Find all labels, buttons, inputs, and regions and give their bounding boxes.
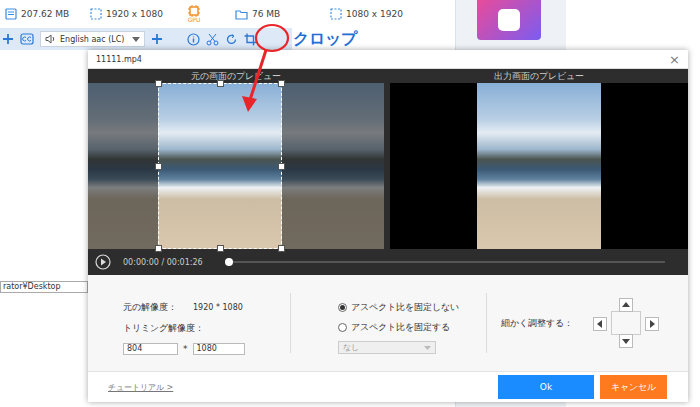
gpu-badge[interactable]: GPU [187, 5, 201, 23]
subtitle-icon[interactable] [20, 33, 34, 45]
radio-icon[interactable] [338, 303, 347, 312]
arrow-left-icon [594, 318, 606, 330]
settings-panel: 元の解像度：1920 * 1080 トリミング解像度： 804 * 1080 アスペクト比… [88, 275, 688, 372]
info-icon[interactable] [187, 33, 200, 46]
dialog-footer: チュートリアル > Okキャンセル [88, 372, 688, 402]
add-audio-icon[interactable] [151, 33, 163, 45]
crop-handle[interactable] [278, 80, 285, 87]
move-right-button[interactable] [645, 317, 659, 331]
separator: * [183, 344, 188, 354]
resolution-icon [90, 8, 102, 20]
play-icon[interactable] [95, 254, 111, 270]
crop-handle[interactable] [155, 80, 162, 87]
cancel-button[interactable]: キャンセル [600, 375, 667, 399]
chip-icon [187, 5, 201, 17]
resolution-group: 元の解像度：1920 * 1080 トリミング解像度： 804 * 1080 [88, 275, 290, 371]
crop-box[interactable] [158, 83, 282, 249]
aspect-group: アスペクト比を固定しないアスペクト比を固定するなし [291, 275, 486, 371]
output-preview [390, 83, 688, 249]
audio-track-select[interactable]: English aac (LC) [40, 31, 145, 47]
annotation-label: クロップ [293, 29, 357, 50]
file-info-item: GPU [185, 5, 235, 23]
dropdown-arrow-icon [424, 346, 431, 350]
feature-card[interactable] [477, 0, 541, 40]
source-preview-header: 元の画面のプレビュー [88, 70, 384, 83]
trim-resolution-label: トリミング解像度： [123, 322, 290, 335]
aspect-radio[interactable]: アスペクト比を固定する [338, 321, 486, 334]
move-down-button[interactable] [619, 334, 633, 348]
divider [486, 293, 487, 353]
arrow-right-icon [646, 318, 658, 330]
preview-row [88, 83, 688, 249]
primary-button[interactable]: Ok [498, 375, 594, 399]
crop-dialog: 11111.mp4 × 元の画面のプレビュー出力画面のプレビュー 00:00:00 /… [88, 50, 688, 402]
dropdown-arrow-icon [132, 37, 140, 42]
divider [290, 293, 291, 353]
dialog-title: 11111.mp4 [96, 55, 142, 64]
direction-pad [591, 298, 661, 348]
fine-adjust-label: 細かく調整する： [501, 317, 573, 330]
output-path-field[interactable]: rator¥Desktop [0, 281, 88, 293]
radio-icon[interactable] [338, 323, 347, 332]
height-input[interactable]: 1080 [193, 343, 245, 355]
rotate-icon[interactable] [225, 33, 238, 46]
move-left-button[interactable] [593, 317, 607, 331]
toolbar: English aac (LC) [0, 28, 292, 50]
screen: 207.62 MB1920 x 1080GPU 76 MB1080 x 1920 E… [0, 0, 700, 407]
dim-area [282, 83, 384, 249]
preview-headers: 元の画面のプレビュー出力画面のプレビュー [88, 69, 688, 83]
crop-handle[interactable] [217, 245, 224, 252]
arrow-icon [250, 50, 266, 100]
arrow-down-icon [620, 335, 632, 347]
preview-section: 元の画面のプレビュー出力画面のプレビュー 00:00:00 / 00:01:26 [88, 69, 688, 275]
crop-handle[interactable] [217, 80, 224, 87]
file-info-item: 207.62 MB [5, 8, 90, 20]
scissors-icon[interactable] [206, 33, 219, 46]
crop-icon[interactable] [244, 33, 257, 46]
tutorial-link[interactable]: チュートリアル > [108, 382, 173, 393]
ratio-select[interactable]: なし [338, 341, 436, 354]
add-icon[interactable] [2, 33, 14, 45]
original-resolution: 元の解像度：1920 * 1080 [123, 301, 290, 314]
card-icon [498, 9, 520, 31]
aspect-radio[interactable]: アスペクト比を固定しない [338, 301, 486, 314]
file-icon [5, 8, 17, 20]
move-up-button[interactable] [619, 298, 633, 312]
crop-handle[interactable] [155, 245, 162, 252]
file-info-item: 1920 x 1080 [90, 8, 185, 20]
speaker-icon [45, 34, 56, 44]
dim-area [88, 83, 158, 249]
fine-adjust-group: 細かく調整する： [487, 275, 688, 371]
button-group: Okキャンセル [498, 375, 667, 399]
file-info-item: 76 MB [235, 9, 330, 20]
trim-resolution-fields: 804 * 1080 [123, 343, 290, 355]
output-preview-header: 出力画面のプレビュー [390, 70, 688, 83]
resolution-icon [330, 8, 342, 20]
player-bar: 00:00:00 / 00:01:26 [88, 249, 688, 275]
seek-knob[interactable] [225, 258, 233, 266]
arrow-up-icon [620, 299, 632, 311]
seek-track[interactable] [229, 261, 665, 263]
close-button[interactable]: × [669, 53, 680, 66]
annotation-marks [0, 0, 700, 407]
pad-center [611, 311, 641, 335]
toolbar-row: English aac (LC) [0, 28, 455, 50]
file-info-item: 1080 x 1920 [330, 8, 425, 20]
crop-handle[interactable] [155, 163, 162, 170]
folder-icon [235, 9, 248, 20]
width-input[interactable]: 804 [123, 343, 178, 355]
cropped-frame [477, 83, 601, 249]
highlight-circle-icon [256, 25, 288, 51]
crop-handle[interactable] [278, 163, 285, 170]
file-info-strip: 207.62 MB1920 x 1080GPU 76 MB1080 x 1920 [0, 0, 455, 28]
source-preview [88, 83, 384, 249]
crop-handle[interactable] [278, 245, 285, 252]
dialog-titlebar: 11111.mp4 × [88, 50, 688, 69]
arrowhead-icon [242, 96, 257, 112]
time-display: 00:00:00 / 00:01:26 [123, 258, 203, 267]
